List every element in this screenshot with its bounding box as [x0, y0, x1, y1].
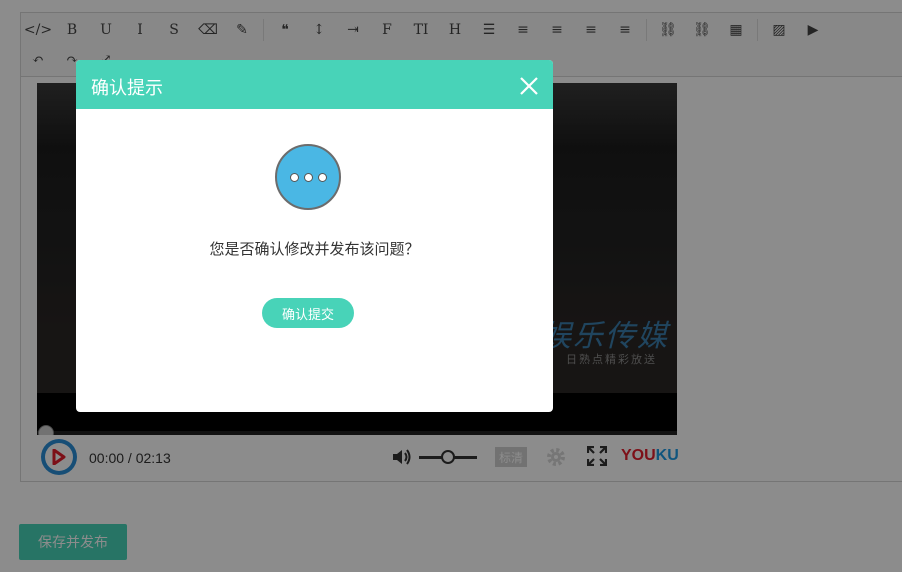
- dot: [289, 172, 299, 182]
- close-icon[interactable]: [519, 76, 539, 96]
- dot: [303, 172, 313, 182]
- more-icon: [275, 144, 341, 210]
- dialog-header: 确认提示: [76, 60, 553, 109]
- dialog-message: 您是否确认修改并发布该问题？: [209, 241, 420, 258]
- dot: [317, 172, 327, 182]
- dialog-title: 确认提示: [91, 78, 163, 98]
- confirm-dialog: 确认提示 您是否确认修改并发布该问题？ 确认提交: [76, 60, 553, 412]
- confirm-submit-button[interactable]: 确认提交: [262, 298, 354, 328]
